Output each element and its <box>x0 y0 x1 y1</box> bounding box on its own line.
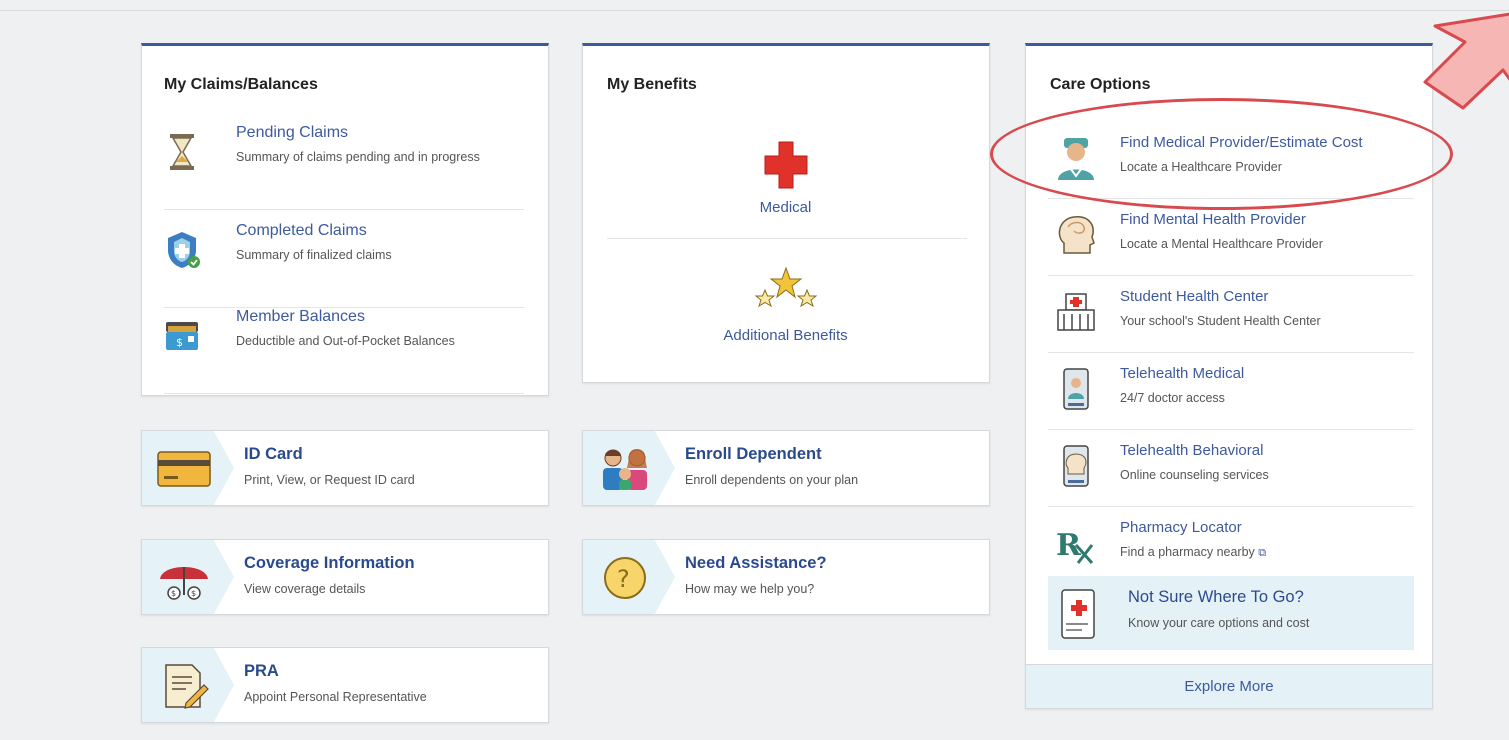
svg-text:$: $ <box>171 589 176 598</box>
svg-text:$: $ <box>176 336 183 349</box>
divider <box>607 238 967 239</box>
coverage-info-tile[interactable]: $ $ Coverage Information View coverage d… <box>141 539 549 615</box>
hourglass-icon <box>170 134 194 170</box>
medical-cross-icon <box>764 141 807 189</box>
tile-title: ID Card <box>244 445 303 463</box>
care-item-title: Telehealth Behavioral <box>1120 442 1264 459</box>
care-item-desc-text: Find a pharmacy nearby <box>1120 545 1255 559</box>
card-title: My Claims/Balances <box>164 76 318 93</box>
tile-desc: Enroll dependents on your plan <box>685 473 859 487</box>
care-item-pharmacy-locator[interactable]: R Pharmacy Locator Find a pharmacy nearb… <box>1048 507 1414 584</box>
not-sure-desc: Know your care options and cost <box>1128 616 1310 630</box>
care-item-student-health-center[interactable]: Student Health Center Your school's Stud… <box>1048 276 1414 353</box>
tile-title: Enroll Dependent <box>685 445 822 463</box>
claim-item-desc: Summary of finalized claims <box>236 248 392 262</box>
hospital-icon <box>1057 293 1095 331</box>
claim-item-pending[interactable]: Pending Claims Summary of claims pending… <box>164 124 524 210</box>
shield-check-icon <box>168 232 200 268</box>
external-link-icon: ⧉ <box>1258 547 1267 559</box>
care-item-telehealth-medical[interactable]: Telehealth Medical 24/7 doctor access <box>1048 353 1414 430</box>
stars-icon <box>754 266 817 308</box>
claim-item-title: Member Balances <box>236 308 365 325</box>
enroll-dependent-tile[interactable]: Enroll Dependent Enroll dependents on yo… <box>582 430 990 506</box>
care-item-title: Telehealth Medical <box>1120 365 1245 382</box>
care-item-desc: Locate a Mental Healthcare Provider <box>1120 237 1323 251</box>
claim-item-desc: Summary of claims pending and in progres… <box>236 150 480 164</box>
claim-item-completed[interactable]: Completed Claims Summary of finalized cl… <box>164 222 524 308</box>
clipboard-icon <box>1061 589 1095 639</box>
benefit-medical[interactable]: Medical <box>583 138 988 216</box>
id-card-tile[interactable]: ID Card Print, View, or Request ID card <box>141 430 549 506</box>
top-divider <box>0 10 1509 11</box>
benefit-additional[interactable]: Additional Benefits <box>583 264 988 344</box>
document-pen-icon <box>165 664 209 709</box>
care-item-desc: 24/7 doctor access <box>1120 391 1225 405</box>
card-title: My Benefits <box>607 76 697 93</box>
need-assistance-tile[interactable]: ? Need Assistance? How may we help you? <box>582 539 990 615</box>
benefit-label: Additional Benefits <box>723 327 848 344</box>
my-benefits-card: My Benefits Medical Additional Benefits <box>582 43 990 383</box>
care-item-title: Pharmacy Locator <box>1120 519 1242 536</box>
tile-title: Coverage Information <box>244 554 415 572</box>
explore-more-button[interactable]: Explore More <box>1026 664 1432 708</box>
care-item-find-mental-health-provider[interactable]: Find Mental Health Provider Locate a Men… <box>1048 199 1414 276</box>
phone-doctor-icon <box>1063 368 1089 410</box>
head-icon <box>1058 216 1095 254</box>
care-item-desc: Find a pharmacy nearby ⧉ <box>1120 545 1266 560</box>
svg-text:?: ? <box>617 565 630 593</box>
tile-desc: Appoint Personal Representative <box>244 690 427 704</box>
wallet-icon: $ <box>166 322 198 350</box>
claim-item-title: Completed Claims <box>236 222 367 239</box>
highlight-ellipse <box>990 98 1453 210</box>
phone-counselor-icon <box>1063 445 1089 487</box>
benefit-label: Medical <box>759 199 812 216</box>
claim-item-desc: Deductible and Out-of-Pocket Balances <box>236 334 455 348</box>
care-item-telehealth-behavioral[interactable]: Telehealth Behavioral Online counseling … <box>1048 430 1414 507</box>
card-title: Care Options <box>1050 76 1151 93</box>
tile-title: Need Assistance? <box>685 554 827 572</box>
tile-desc: View coverage details <box>244 582 366 596</box>
umbrella-icon: $ $ <box>160 567 208 600</box>
family-icon <box>603 449 647 490</box>
care-item-title: Find Mental Health Provider <box>1120 211 1306 228</box>
annotation-arrow-icon <box>1423 12 1509 110</box>
svg-text:$: $ <box>191 589 196 598</box>
help-question-icon: ? <box>604 557 646 599</box>
claim-item-balances[interactable]: $ Member Balances Deductible and Out-of-… <box>164 308 524 394</box>
pra-tile[interactable]: PRA Appoint Personal Representative <box>141 647 549 723</box>
tile-desc: Print, View, or Request ID card <box>244 473 415 487</box>
rx-icon: R <box>1056 528 1094 564</box>
claims-balances-card: My Claims/Balances Pending Claims Summar… <box>141 43 549 396</box>
tile-desc: How may we help you? <box>685 582 815 596</box>
care-item-desc: Online counseling services <box>1120 468 1269 482</box>
not-sure-where-to-go[interactable]: Not Sure Where To Go? Know your care opt… <box>1048 576 1414 650</box>
claim-item-title: Pending Claims <box>236 124 349 141</box>
tile-title: PRA <box>244 662 279 680</box>
care-item-desc: Your school's Student Health Center <box>1120 314 1321 328</box>
id-card-icon <box>157 451 211 487</box>
care-item-title: Student Health Center <box>1120 288 1269 305</box>
not-sure-title: Not Sure Where To Go? <box>1128 588 1304 606</box>
